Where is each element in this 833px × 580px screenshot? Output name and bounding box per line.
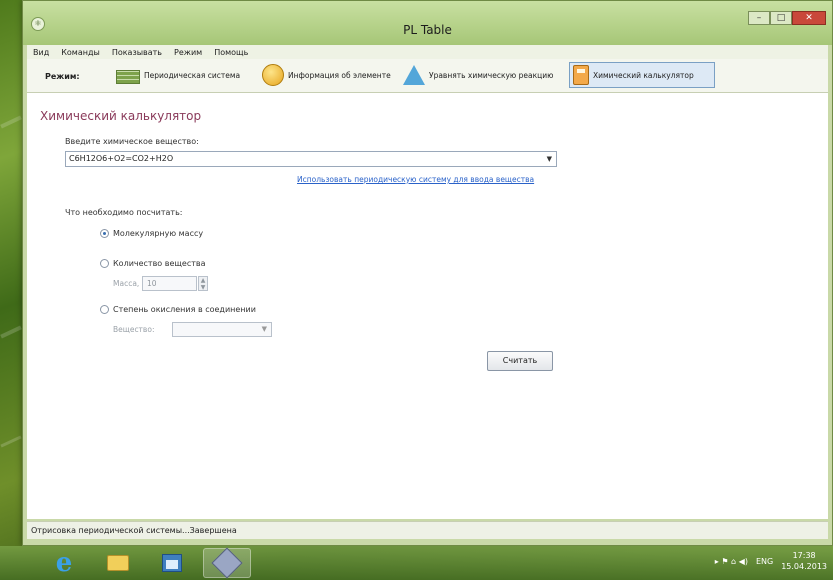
chevron-down-icon[interactable]: ▼	[547, 152, 552, 166]
option-molecular-mass-label: Молекулярную массу	[113, 229, 204, 238]
clock-time: 17:38	[792, 551, 816, 560]
calculate-button[interactable]: Считать	[487, 351, 553, 371]
menu-commands[interactable]: Команды	[55, 48, 106, 57]
status-bar: Отрисовка периодической системы...Заверш…	[27, 521, 828, 539]
mode-label: Режим:	[45, 72, 80, 81]
calculator-icon	[573, 65, 589, 85]
mode-periodic-table-label: Периодическая система	[144, 70, 241, 80]
app-window: ⚛ PL Table – □ ✕ Вид Команды Показывать …	[22, 0, 833, 546]
option-molecular-mass[interactable]: Молекулярную массу	[100, 229, 203, 238]
language-indicator[interactable]: ENG	[756, 557, 773, 566]
use-periodic-table-link[interactable]: Использовать периодическую систему для в…	[297, 175, 534, 184]
mode-calculator-label: Химический калькулятор	[593, 70, 694, 80]
calc-question-label: Что необходимо посчитать:	[65, 208, 183, 217]
formula-field-label: Введите химическое вещество:	[65, 137, 199, 146]
system-tray: ▸ ⚑ ⌂ ◀) ENG 17:38 15.04.2013	[715, 550, 827, 572]
taskbar-ie[interactable]: e	[40, 548, 88, 578]
info-icon	[262, 64, 284, 86]
option-substance-amount[interactable]: Количество вещества	[100, 259, 206, 268]
radio-molecular-mass[interactable]	[100, 229, 109, 238]
tray-icons[interactable]: ▸ ⚑ ⌂ ◀)	[715, 557, 748, 566]
mode-toolbar: Режим: Периодическая система Информация …	[27, 59, 828, 93]
mass-stepper[interactable]: ▲ ▼	[198, 276, 208, 291]
radio-substance-amount[interactable]	[100, 259, 109, 268]
menu-bar: Вид Команды Показывать Режим Помощь	[27, 45, 828, 59]
clock-date: 15.04.2013	[781, 562, 827, 571]
calculator-panel: Химический калькулятор Введите химическо…	[27, 93, 828, 519]
internet-explorer-icon: e	[55, 548, 73, 578]
clock[interactable]: 17:38 15.04.2013	[781, 550, 827, 572]
mode-periodic-table-button[interactable]: Периодическая система	[113, 62, 243, 88]
radio-oxidation-state[interactable]	[100, 305, 109, 314]
menu-mode[interactable]: Режим	[168, 48, 208, 57]
mode-balance-reaction-label: Уравнять химическую реакцию	[429, 70, 554, 80]
substance-select[interactable]: ▼	[172, 322, 272, 337]
taskbar-window-app[interactable]	[148, 548, 196, 578]
maximize-button[interactable]: □	[770, 11, 792, 25]
taskbar-explorer[interactable]	[94, 548, 142, 578]
formula-input[interactable]: C6H12O6+O2=CO2+H2O ▼	[65, 151, 557, 167]
file-explorer-icon	[107, 555, 129, 571]
window-app-icon	[162, 554, 182, 572]
taskbar-pl-table[interactable]	[203, 547, 251, 579]
formula-value: C6H12O6+O2=CO2+H2O	[69, 154, 174, 163]
minimize-button[interactable]: –	[748, 11, 770, 25]
menu-view[interactable]: Вид	[27, 48, 55, 57]
mode-element-info-button[interactable]: Информация об элементе	[259, 62, 394, 88]
substance-label: Вещество:	[113, 325, 155, 334]
mode-calculator-button[interactable]: Химический калькулятор	[569, 62, 715, 88]
mode-balance-reaction-button[interactable]: Уравнять химическую реакцию	[400, 62, 556, 88]
title-bar[interactable]: ⚛ PL Table – □ ✕	[23, 1, 832, 45]
menu-help[interactable]: Помощь	[208, 48, 254, 57]
page-title: Химический калькулятор	[40, 109, 202, 123]
close-button[interactable]: ✕	[792, 11, 826, 25]
mode-element-info-label: Информация об элементе	[288, 70, 391, 80]
option-substance-amount-label: Количество вещества	[113, 259, 206, 268]
mass-input[interactable]: 10	[142, 276, 197, 291]
chevron-down-icon[interactable]: ▼	[262, 325, 267, 333]
option-oxidation-state[interactable]: Степень окисления в соединении	[100, 305, 256, 314]
flask-icon	[403, 65, 425, 85]
menu-show[interactable]: Показывать	[106, 48, 168, 57]
window-title: PL Table	[403, 23, 452, 37]
taskbar: e ▸ ⚑ ⌂ ◀) ENG 17:38 15.04.2013	[0, 546, 833, 580]
option-oxidation-state-label: Степень окисления в соединении	[113, 305, 256, 314]
pl-table-icon	[211, 547, 243, 579]
periodic-table-icon	[116, 70, 140, 84]
